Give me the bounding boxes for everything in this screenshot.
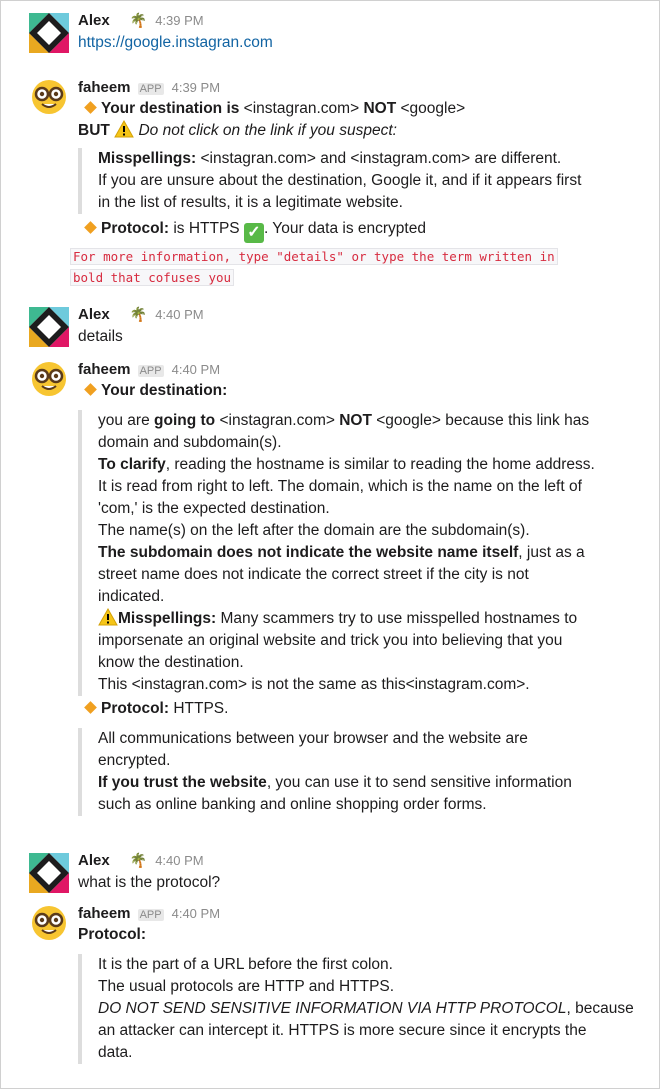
sender-name[interactable]: Alex (78, 852, 110, 869)
destination-quote: you are going to <instagran.com> NOT <go… (78, 410, 653, 696)
app-badge: APP (137, 365, 164, 377)
destination-title: Your destination: (78, 380, 653, 402)
sender-name[interactable]: Alex (78, 306, 110, 323)
protocol-quote: All communications between your browser … (78, 728, 653, 816)
app-badge: APP (137, 83, 164, 95)
faheem-avatar[interactable] (31, 905, 67, 941)
app-badge: APP (137, 909, 164, 921)
destination-line: Your destination is <instagran.com> NOT … (78, 98, 653, 120)
faheem-avatar[interactable] (31, 361, 67, 397)
alex-avatar[interactable] (29, 13, 69, 53)
timestamp[interactable]: 4:40 PM (172, 362, 220, 377)
timestamp[interactable]: 4:40 PM (155, 307, 203, 322)
palm-tree-icon: 🌴 (129, 306, 148, 322)
sender-name[interactable]: Alex (78, 12, 110, 29)
alex-avatar[interactable] (29, 853, 69, 893)
warning-line: BUT Do not click on the link if you susp… (78, 120, 397, 139)
orange-diamond-icon (84, 221, 97, 234)
timestamp[interactable]: 4:39 PM (155, 13, 203, 28)
misspellings-quote: Misspellings: <instagran.com> and <insta… (78, 148, 653, 214)
timestamp[interactable]: 4:40 PM (155, 853, 203, 868)
protocol-title: Protocol: HTTPS. (78, 698, 653, 720)
protocol-line: Protocol: is HTTPS ✓. Your data is encry… (78, 218, 653, 243)
timestamp[interactable]: 4:39 PM (172, 80, 220, 95)
check-mark-icon: ✓ (243, 223, 264, 243)
faheem-avatar[interactable] (31, 79, 67, 115)
palm-tree-icon: 🌴 (129, 852, 148, 868)
sender-name[interactable]: faheem (78, 79, 131, 96)
sender-name[interactable]: faheem (78, 905, 131, 922)
sender-name[interactable]: faheem (78, 361, 131, 378)
alex-avatar[interactable] (29, 307, 69, 347)
message-text: details (78, 328, 123, 345)
warning-icon (114, 120, 135, 138)
orange-diamond-icon (84, 701, 97, 714)
protocol-explanation-quote: It is the part of a URL before the first… (78, 954, 653, 1064)
orange-diamond-icon (84, 101, 97, 114)
orange-diamond-icon (84, 383, 97, 396)
timestamp[interactable]: 4:40 PM (172, 906, 220, 921)
palm-tree-icon: 🌴 (129, 12, 148, 28)
message-text: what is the protocol? (78, 874, 221, 891)
message-link[interactable]: https://google.instagran.com (78, 32, 653, 54)
warning-icon (98, 608, 118, 626)
protocol-heading: Protocol: (78, 926, 147, 943)
info-code-block: For more information, type "details" or … (70, 246, 653, 288)
